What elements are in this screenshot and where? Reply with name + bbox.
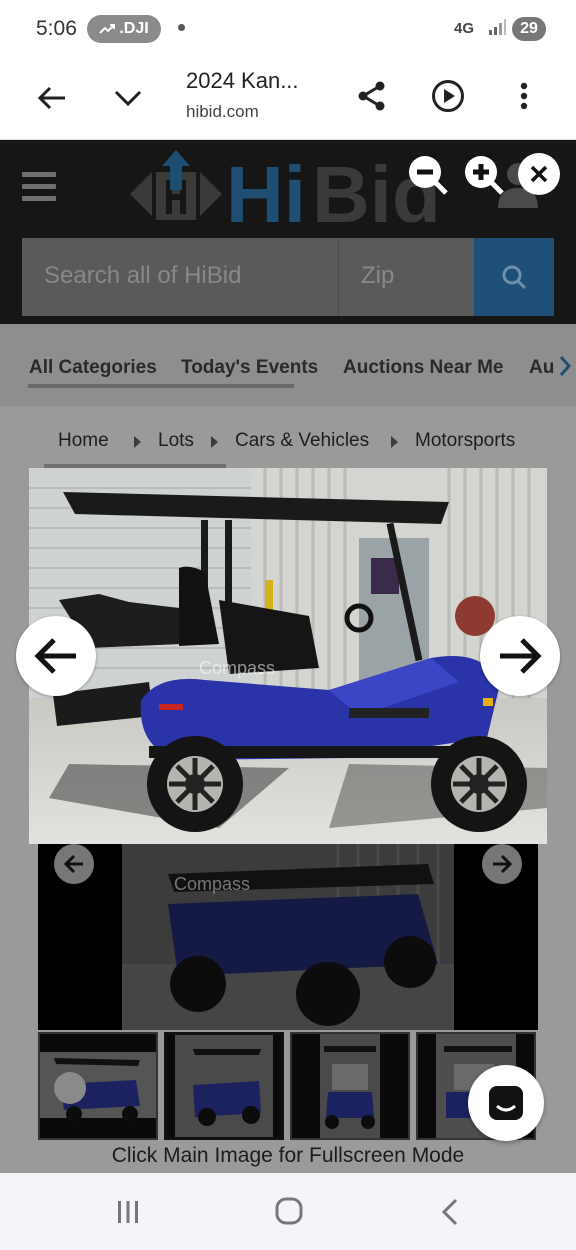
play-icon <box>432 80 464 112</box>
battery-indicator: 29 <box>512 17 546 41</box>
gallery-prev-button[interactable] <box>54 844 94 884</box>
breadcrumb-separator <box>134 436 141 448</box>
chat-icon <box>489 1086 523 1120</box>
watermark-text: Compass <box>199 658 275 678</box>
zoom-in-button[interactable] <box>462 153 504 195</box>
gallery-photo: Compass <box>122 844 454 1030</box>
logo-hi-text: Hi <box>226 150 306 230</box>
category-all[interactable]: All Categories <box>29 357 157 379</box>
arrow-left-icon <box>37 86 65 110</box>
system-nav-bar <box>0 1173 576 1250</box>
status-time: 5:06 <box>36 17 77 40</box>
arrow-left-icon <box>63 854 83 874</box>
hibid-logo[interactable]: Hi Bid <box>126 150 446 230</box>
arrow-left-icon <box>34 638 76 674</box>
category-auctions-near-me[interactable]: Auctions Near Me <box>343 357 503 379</box>
share-icon <box>358 81 385 111</box>
status-bar: 5:06 .DJI 4G 29 <box>0 0 576 58</box>
breadcrumb-separator <box>391 436 398 448</box>
thumbnail[interactable] <box>290 1032 410 1140</box>
close-viewer-button[interactable] <box>518 153 560 195</box>
breadcrumb-home[interactable]: Home <box>58 430 109 452</box>
viewer-next-button[interactable] <box>480 616 560 696</box>
breadcrumb-lots[interactable]: Lots <box>158 430 194 452</box>
category-scroll-indicator <box>28 384 294 388</box>
network-type: 4G <box>454 20 475 37</box>
recents-icon[interactable] <box>115 1199 141 1225</box>
arrow-right-icon <box>500 638 542 674</box>
notification-pill-label: .DJI <box>119 20 149 37</box>
page-title[interactable]: 2024 Kan... <box>186 68 299 94</box>
breadcrumb: Home Lots Cars & Vehicles Motorsports <box>0 406 576 470</box>
browser-toolbar: 2024 Kan... hibid.com <box>0 58 576 140</box>
thumbnail-strip <box>38 1032 538 1140</box>
gallery-next-button[interactable] <box>482 844 522 884</box>
hamburger-menu-icon[interactable] <box>22 172 56 202</box>
breadcrumb-cars-vehicles[interactable]: Cars & Vehicles <box>235 430 369 452</box>
menu-button[interactable] <box>504 74 544 118</box>
search-icon <box>502 265 527 290</box>
zoom-out-button[interactable] <box>406 153 448 195</box>
search-button[interactable] <box>474 238 554 316</box>
category-more[interactable]: Au <box>529 357 554 379</box>
notification-pill: .DJI <box>87 15 161 43</box>
zip-input[interactable]: Zip <box>338 238 474 316</box>
rear-wheel <box>147 736 243 832</box>
category-todays-events[interactable]: Today's Events <box>181 357 318 379</box>
fullscreen-hint: Click Main Image for Fullscreen Mode <box>111 1144 465 1167</box>
trending-icon <box>99 24 116 34</box>
thumbnail[interactable] <box>38 1032 158 1140</box>
battery-level: 29 <box>520 20 538 37</box>
search-input[interactable]: Search all of HiBid <box>22 238 338 316</box>
zoom-out-icon <box>409 156 448 195</box>
zoom-in-icon <box>465 156 504 195</box>
front-wheel <box>431 736 527 832</box>
main-product-image[interactable]: Compass <box>29 468 547 844</box>
chevron-down-icon <box>114 90 142 107</box>
signal-icon <box>489 19 506 35</box>
chevron-right-icon[interactable] <box>558 354 572 378</box>
breadcrumb-separator <box>211 436 218 448</box>
watermark-text: Compass <box>174 874 250 894</box>
listen-button[interactable] <box>426 74 470 118</box>
share-button[interactable] <box>350 74 394 118</box>
chat-button[interactable] <box>468 1065 544 1141</box>
page-url[interactable]: hibid.com <box>186 102 259 122</box>
home-icon[interactable] <box>275 1197 303 1225</box>
breadcrumb-motorsports[interactable]: Motorsports <box>415 430 515 452</box>
screen: 5:06 .DJI 4G 29 2024 Kan... hibid.com Hi… <box>0 0 576 1250</box>
close-icon <box>530 165 548 183</box>
category-bar: All Categories Today's Events Auctions N… <box>0 324 576 406</box>
notification-dot <box>178 24 185 31</box>
arrow-right-icon <box>493 854 513 874</box>
golf-cart-photo: Compass <box>29 468 547 844</box>
thumbnail-selected[interactable] <box>164 1032 284 1140</box>
gallery-main-image[interactable]: Compass <box>38 844 538 1030</box>
back-button[interactable] <box>30 76 74 120</box>
expand-button[interactable] <box>106 76 150 120</box>
more-vert-icon <box>520 82 528 110</box>
back-icon[interactable] <box>440 1197 460 1227</box>
viewer-prev-button[interactable] <box>16 616 96 696</box>
